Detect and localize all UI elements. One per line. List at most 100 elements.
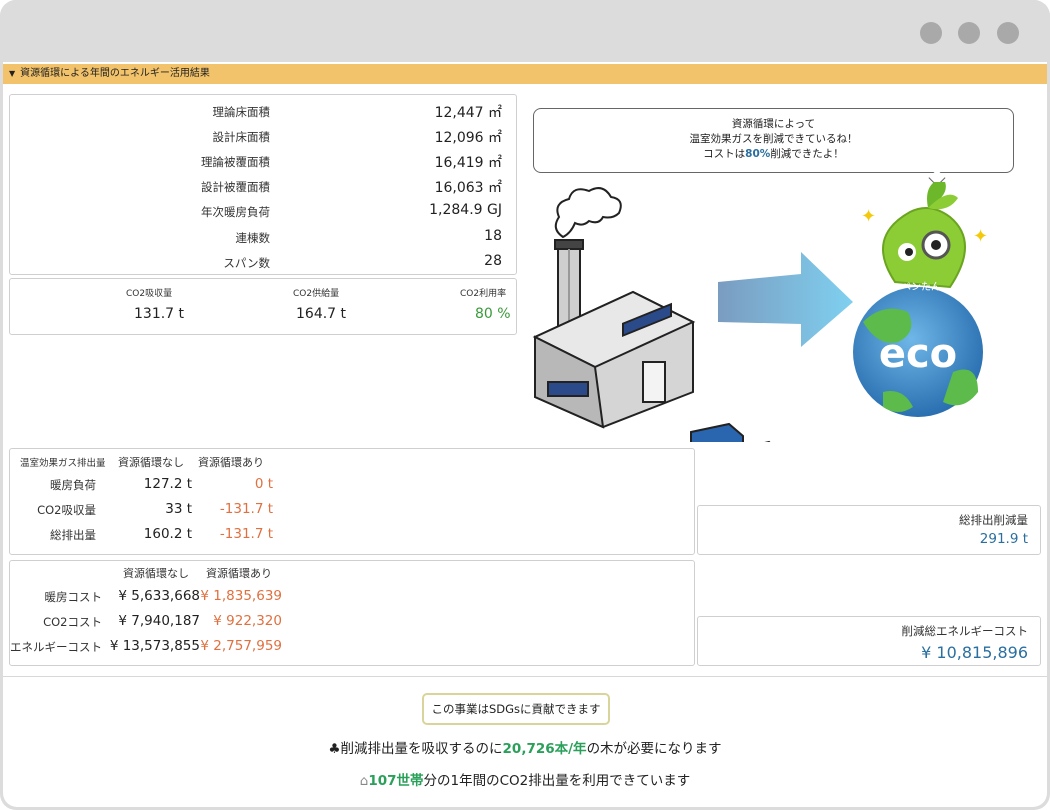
cost-col-without: 資源循環なし xyxy=(123,567,189,580)
tree-summary: ♣削減排出量を吸収するのに20,726本/年の木が必要になります xyxy=(3,737,1047,757)
mascot-name: ペンたん xyxy=(901,281,941,293)
ghg-col-with: 資源循環あり xyxy=(198,456,264,469)
cost-row-without: ¥ 5,633,668 xyxy=(118,588,200,604)
household-summary: ⌂107世帯分の1年間のCO2排出量を利用できています xyxy=(3,769,1047,789)
main-content: ▼ 資源循環による年間のエネルギー活用結果 理論床面積 12,447 ㎡ 設計床面… xyxy=(3,62,1047,807)
cost-row-without: ¥ 7,940,187 xyxy=(118,613,200,629)
ghg-row-without: 160.2 t xyxy=(143,526,192,542)
ghg-row-with: 0 t xyxy=(254,476,273,492)
window-control-3[interactable] xyxy=(997,22,1019,44)
ghg-row-without: 127.2 t xyxy=(143,476,192,492)
co2-supply: CO2供給量 164.7 t xyxy=(180,279,350,336)
ghg-row-with: -131.7 t xyxy=(219,501,273,517)
area-row: 連棟数 18 xyxy=(10,224,518,249)
co2-absorb: CO2吸収量 131.7 t xyxy=(10,279,184,336)
cost-row-without: ¥ 13,573,855 xyxy=(109,638,200,654)
app-window: ▼ 資源循環による年間のエネルギー活用結果 理論床面積 12,447 ㎡ 設計床面… xyxy=(0,0,1050,810)
area-label: 連棟数 xyxy=(235,231,271,245)
ghg-panel: 温室効果ガス排出量 資源循環なし 資源循環あり 暖房負荷 127.2 t 0 t… xyxy=(9,448,695,555)
area-value: 1,284.9 GJ xyxy=(429,202,502,218)
tree-summary-pre: 削減排出量を吸収するのに xyxy=(340,741,503,757)
co2-absorb-value: 131.7 t xyxy=(134,306,185,322)
tree-count: 20,726本/年 xyxy=(502,741,587,757)
area-value: 16,419 ㎡ xyxy=(434,155,502,171)
area-value: 12,447 ㎡ xyxy=(434,105,502,121)
chevron-down-icon: ▼ xyxy=(9,69,16,78)
area-label: 理論床面積 xyxy=(212,105,271,119)
area-label: 理論被覆面積 xyxy=(201,155,270,169)
cost-row-with: ¥ 2,757,959 xyxy=(200,638,282,654)
area-label: 設計被覆面積 xyxy=(201,180,270,194)
total-cost-panel: 削減総エネルギーコスト ¥ 10,815,896 xyxy=(697,616,1041,666)
earth-icon: eco xyxy=(853,287,983,417)
co2-util-label: CO2利用率 xyxy=(460,289,507,299)
area-row: 理論床面積 12,447 ㎡ xyxy=(10,98,518,123)
section-header[interactable]: ▼ 資源循環による年間のエネルギー活用結果 xyxy=(3,64,1047,84)
section-title: 資源循環による年間のエネルギー活用結果 xyxy=(20,68,210,79)
factory-icon xyxy=(532,239,696,429)
window-control-1[interactable] xyxy=(920,22,942,44)
bubble-line-3-post: 削減できたよ！ xyxy=(770,148,844,160)
ghg-row-with: -131.7 t xyxy=(219,526,273,542)
cost-row-with: ¥ 1,835,639 xyxy=(200,588,282,604)
cost-row-with: ¥ 922,320 xyxy=(213,613,282,629)
area-label: スパン数 xyxy=(223,256,270,270)
area-label: 設計床面積 xyxy=(212,130,271,144)
tree-summary-post: の木が必要になります xyxy=(586,741,722,757)
bubble-line-2: 温室効果ガスを削減できているね！ xyxy=(689,133,858,145)
cost-panel: 資源循環なし 資源循環あり 暖房コスト ¥ 5,633,668 ¥ 1,835,… xyxy=(9,560,695,666)
ghg-row-label: CO2吸収量 xyxy=(37,503,96,517)
co2-util: CO2利用率 80 % xyxy=(350,279,520,336)
sparkle-icon: ✦ xyxy=(973,226,988,247)
sdgs-badge: この事業はSDGsに貢献できます xyxy=(422,693,610,725)
factory-to-eco-illustration: eco ペンたん ✦ ✦ xyxy=(532,182,988,442)
bubble-pct: 80% xyxy=(745,148,771,160)
area-row: スパン数 28 xyxy=(10,249,518,274)
speech-bubble: 資源循環によって 温室効果ガスを削減できているね！ コストは80%削減できたよ！ xyxy=(533,108,1014,173)
co2-supply-value: 164.7 t xyxy=(296,306,347,322)
area-value: 18 xyxy=(484,228,502,244)
co2-absorb-label: CO2吸収量 xyxy=(126,289,173,299)
ghg-row-label: 総排出量 xyxy=(50,528,96,542)
title-bar xyxy=(0,0,1050,62)
area-value: 12,096 ㎡ xyxy=(434,130,502,146)
arrow-right-icon xyxy=(718,252,853,347)
total-cost-value: ¥ 10,815,896 xyxy=(921,643,1028,662)
total-emission-panel: 総排出削減量 291.9 t xyxy=(697,505,1041,555)
household-summary-post: 分の1年間のCO2排出量を利用できています xyxy=(423,773,691,789)
co2-util-value: 80 % xyxy=(475,306,511,322)
area-panel: 理論床面積 12,447 ㎡ 設計床面積 12,096 ㎡ 理論被覆面積 16,… xyxy=(9,94,517,275)
cost-row-label: エネルギーコスト xyxy=(10,640,102,654)
area-row: 年次暖房負荷 1,284.9 GJ xyxy=(10,198,518,223)
area-label: 年次暖房負荷 xyxy=(201,205,270,219)
smoke-icon xyxy=(554,187,622,239)
area-value: 28 xyxy=(484,253,502,269)
total-emission-value: 291.9 t xyxy=(979,531,1028,547)
truck-icon xyxy=(690,422,771,442)
co2-panel: CO2吸収量 131.7 t CO2供給量 164.7 t CO2利用率 80 … xyxy=(9,278,517,335)
household-count: 107世帯 xyxy=(368,773,424,789)
bubble-line-3: コストは80%削減できたよ！ xyxy=(534,147,1013,162)
mascot-icon: ペンたん ✦ ✦ xyxy=(861,182,988,293)
sparkle-icon: ✦ xyxy=(861,206,876,227)
area-row: 設計被覆面積 16,063 ㎡ xyxy=(10,173,518,198)
footer-divider xyxy=(3,676,1047,677)
co2-supply-label: CO2供給量 xyxy=(293,289,340,299)
area-value: 16,063 ㎡ xyxy=(434,180,502,196)
total-emission-label: 総排出削減量 xyxy=(959,513,1028,527)
tree-icon: ♣ xyxy=(328,741,341,757)
cost-row-label: CO2コスト xyxy=(43,615,102,629)
ghg-row-without: 33 t xyxy=(165,501,192,517)
ghg-col-without: 資源循環なし xyxy=(118,456,184,469)
area-row: 設計床面積 12,096 ㎡ xyxy=(10,123,518,148)
ghg-row-label: 暖房負荷 xyxy=(50,478,96,492)
window-control-2[interactable] xyxy=(958,22,980,44)
bubble-line-1: 資源循環によって xyxy=(731,118,816,130)
ghg-header-label: 温室効果ガス排出量 xyxy=(20,458,106,469)
total-cost-label: 削減総エネルギーコスト xyxy=(901,624,1029,638)
area-row: 理論被覆面積 16,419 ㎡ xyxy=(10,148,518,173)
cost-row-label: 暖房コスト xyxy=(44,590,103,604)
cost-col-with: 資源循環あり xyxy=(206,567,272,580)
eco-label: eco xyxy=(879,331,957,377)
bubble-line-3-pre: コストは xyxy=(703,148,746,160)
